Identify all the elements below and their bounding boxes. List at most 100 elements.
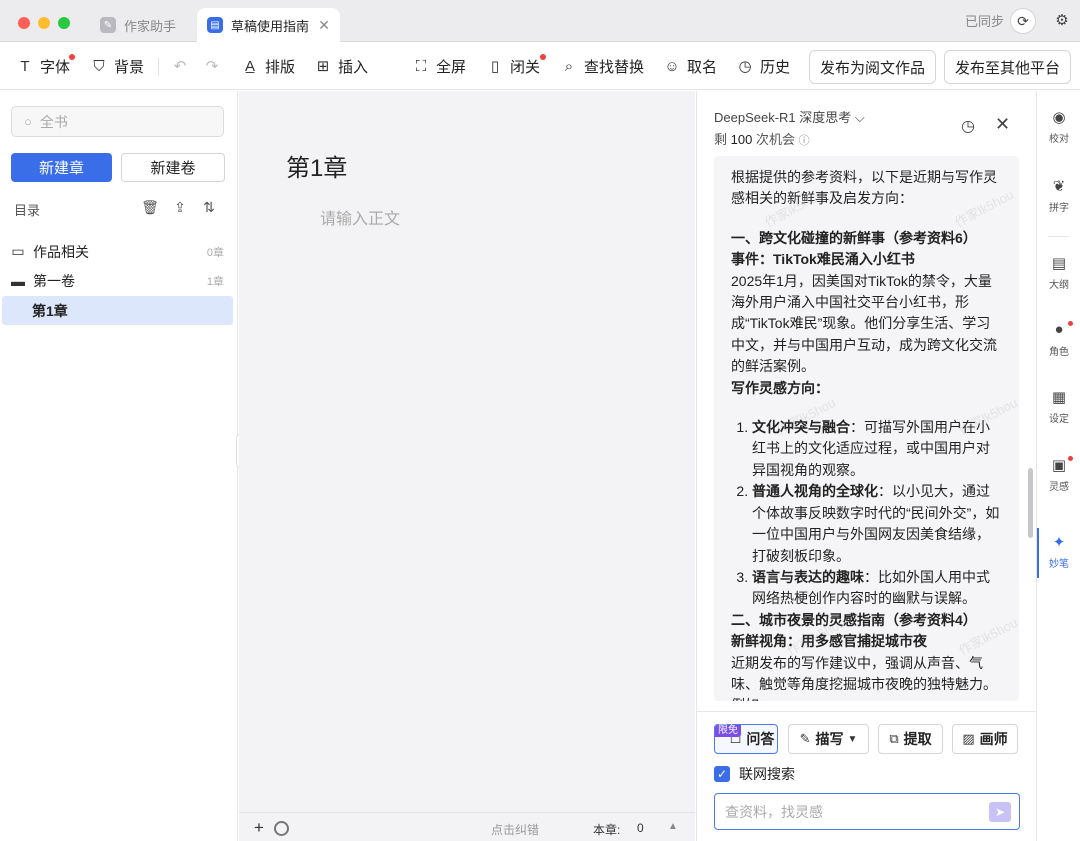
mode-describe-button[interactable]: ✎ 描写 ▼ [788, 724, 869, 754]
notification-dot [540, 54, 546, 60]
section-direction: 写作灵感方向： [731, 379, 829, 396]
section-subheading: 新鲜视角：用多感官捕捉城市夜 [731, 633, 927, 650]
expand-up-icon[interactable]: ▲ [668, 821, 678, 832]
ai-panel: DeepSeek-R1 深度思考 ⌵ 剩 100 次机会 ⓘ ◷ ✕ 根据提供的… [696, 91, 1037, 841]
list-item-title: 文化冲突与融合 [752, 419, 850, 436]
word-count-label: 本章: [593, 823, 621, 837]
focus-mode-label: 闭关 [510, 58, 541, 76]
tree-item-works-related[interactable]: ▭ 作品相关 0章 [2, 237, 233, 266]
tree-item-chapter-1[interactable]: 第1章 [2, 296, 233, 325]
tab-writer-assistant[interactable]: ✎ 作家助手 [90, 8, 195, 42]
new-chapter-button[interactable]: 新建章 [11, 153, 112, 182]
send-icon: ➤ [994, 805, 1006, 819]
quota-suffix: 次机会 [755, 132, 795, 147]
rail-item-proofread[interactable]: ◉ 校对 [1037, 108, 1080, 145]
redo-button[interactable]: ↷ [203, 55, 227, 77]
checkbox-checked-icon[interactable]: ✓ [714, 766, 730, 782]
trash-icon[interactable]: 🗑︎ [141, 199, 159, 217]
insert-button[interactable]: ⊞ 插入 [314, 55, 368, 77]
rail-item-label: 角色 [1049, 347, 1069, 358]
toc-label: 目录 [14, 203, 41, 218]
feather-icon: ✎ [100, 17, 116, 33]
title-bar: ✎ 作家助手 ▤ 草稿使用指南 ✕ 已同步 ⟳ ⚙ [0, 0, 1080, 42]
add-icon[interactable]: + [254, 818, 264, 838]
new-volume-button[interactable]: 新建卷 [121, 153, 225, 182]
notification-dot [69, 54, 75, 60]
mode-extract-button[interactable]: ⧉ 提取 [878, 724, 943, 754]
maximize-window-button[interactable] [58, 17, 70, 29]
rail-item-magic-pen[interactable]: ✦ 妙笔 [1037, 533, 1080, 570]
scrollbar-thumb[interactable] [1028, 468, 1033, 538]
rail-item-character[interactable]: ● 角色 [1037, 321, 1080, 358]
undo-button[interactable]: ↶ [171, 55, 195, 77]
background-button[interactable]: ⛉ 背景 [90, 55, 144, 77]
search-input[interactable]: ○ 全书 [11, 106, 224, 137]
settings-button[interactable]: ⚙ [1052, 10, 1072, 30]
rail-item-setting[interactable]: ▦ 设定 [1037, 388, 1080, 425]
find-replace-button[interactable]: ⌕ 查找替换 [560, 55, 644, 77]
model-selector[interactable]: DeepSeek-R1 深度思考 ⌵ [714, 107, 865, 126]
person-icon: ☺ [664, 57, 680, 75]
chapter-title[interactable]: 第1章 [286, 148, 347, 183]
naming-button[interactable]: ☺ 取名 [663, 55, 717, 77]
caret-down-icon: ▼ [847, 733, 858, 745]
image-icon: ▨ [962, 731, 975, 746]
outline-icon: ▤ [1051, 255, 1067, 272]
find-replace-label: 查找替换 [584, 58, 645, 76]
body-input[interactable]: 请输入正文 [320, 205, 400, 229]
proofread-icon: ◉ [1052, 109, 1066, 126]
focus-mode-button[interactable]: ▯ 闭关 [486, 55, 540, 77]
rail-item-inspiration[interactable]: ▣ 灵感 [1037, 456, 1080, 493]
tab-draft-guide[interactable]: ▤ 草稿使用指南 ✕ [197, 8, 340, 42]
tab-label: 草稿使用指南 [231, 18, 310, 34]
publish-other-button[interactable]: 发布至其他平台 [944, 50, 1071, 84]
rail-item-label: 设定 [1049, 414, 1069, 425]
info-icon[interactable]: ⓘ [799, 135, 810, 147]
history-icon[interactable]: ◷ [961, 116, 975, 136]
send-button[interactable]: ➤ [989, 802, 1011, 822]
rail-item-spell[interactable]: ❦ 拼字 [1037, 177, 1080, 214]
close-icon[interactable]: ✕ [318, 17, 330, 34]
notification-dot [1068, 456, 1073, 461]
history-button[interactable]: ◷ 历史 [736, 55, 790, 77]
right-rail: ◉ 校对 ❦ 拼字 ▤ 大纲 ● 角色 ▦ 设定 ▣ 灵感 ✦ 妙笔 [1036, 91, 1080, 841]
publish-yuewen-button[interactable]: 发布为阅文作品 [809, 50, 936, 84]
tree-item-volume-1[interactable]: ▬ 第一卷 1章 [2, 266, 233, 295]
font-button[interactable]: T 字体 [16, 55, 70, 77]
close-window-button[interactable] [18, 17, 30, 29]
ai-query-input[interactable]: 查资料，找灵感 ➤ [714, 793, 1020, 830]
fullscreen-button[interactable]: ⛶ 全屏 [412, 55, 466, 77]
tree-item-label: 第1章 [32, 302, 68, 319]
circle-icon[interactable] [274, 821, 289, 836]
fix-hint[interactable]: 点击纠错 [491, 821, 539, 838]
model-label: DeepSeek-R1 深度思考 [714, 110, 852, 125]
sync-button[interactable]: ⟳ [1010, 8, 1036, 34]
layout-button[interactable]: A̲ 排版 [241, 55, 295, 77]
web-search-toggle[interactable]: ✓ 联网搜索 [714, 764, 795, 784]
export-icon[interactable]: ⇪ [171, 199, 189, 217]
rail-item-label: 拼字 [1049, 203, 1069, 214]
notification-dot [1068, 321, 1073, 326]
rail-item-label: 灵感 [1049, 482, 1069, 493]
answer-content: 根据提供的参考资料，以下是近期与写作灵感相关的新鲜事及启发方向： 一、跨文化碰撞… [714, 156, 1019, 701]
input-placeholder: 查资料，找灵感 [725, 803, 823, 820]
font-icon: T [20, 57, 30, 75]
mode-label: 提取 [903, 731, 932, 747]
section-body: 2025年1月，因美国对TikTok的禁令，大量海外用户涌入中国社交平台小红书，… [731, 272, 997, 375]
sort-icon[interactable]: ⇅ [200, 199, 218, 217]
quota-prefix: 剩 [714, 132, 728, 147]
mode-painter-button[interactable]: ▨ 画师 [952, 724, 1018, 754]
rail-item-label: 妙笔 [1049, 559, 1069, 570]
close-icon[interactable]: ✕ [995, 114, 1010, 135]
minimize-window-button[interactable] [38, 17, 50, 29]
mode-qa-button[interactable]: 限免 ☐ 问答 [714, 724, 778, 754]
list-item: 语言与表达的趣味：比如外国人用中式网络热梗创作内容时的幽默与误解。 [752, 567, 1003, 610]
rail-item-outline[interactable]: ▤ 大纲 [1037, 254, 1080, 291]
insert-label: 插入 [338, 58, 369, 76]
sync-status: 已同步 [965, 14, 1005, 29]
inspiration-box-icon: ▣ [1051, 457, 1067, 474]
rail-item-label: 大纲 [1049, 280, 1069, 291]
word-count-value: 0 [637, 821, 644, 835]
fullscreen-label: 全屏 [436, 58, 467, 76]
mode-label: 问答 [746, 731, 775, 747]
